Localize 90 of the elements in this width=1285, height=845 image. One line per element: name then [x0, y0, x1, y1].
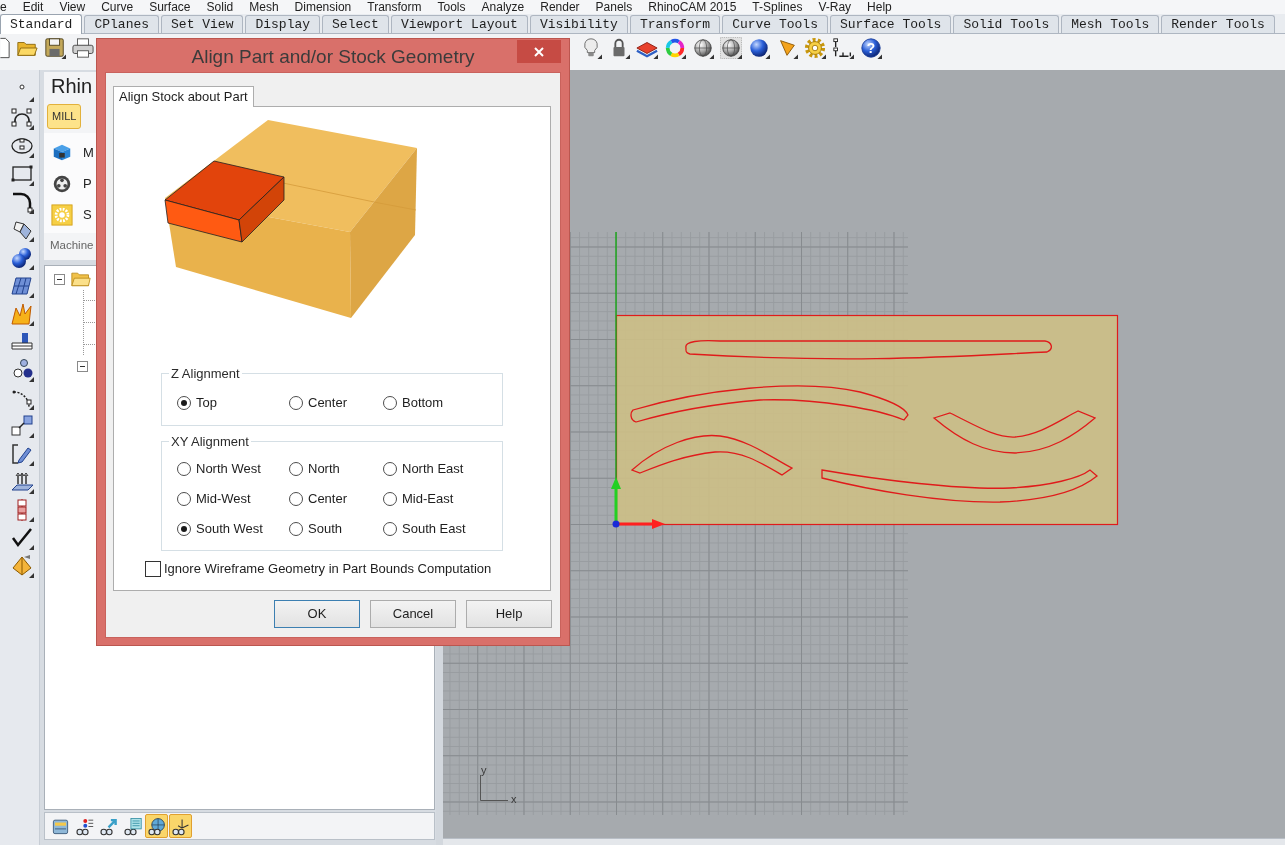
radio-option[interactable]: South [289, 521, 342, 537]
radio-option[interactable]: Top [177, 395, 217, 411]
menu-item[interactable]: View [59, 0, 86, 14]
document-icon[interactable] [0, 37, 10, 59]
menu-item[interactable]: e [0, 0, 7, 14]
pencil-icon[interactable] [10, 442, 34, 466]
radio-option[interactable]: Mid-West [177, 491, 251, 507]
glasses-list-icon [75, 816, 94, 836]
menu-item[interactable]: Edit [22, 0, 44, 14]
dialog-button[interactable]: Cancel [370, 600, 456, 628]
close-icon [534, 46, 544, 57]
radio-option[interactable]: Center [289, 395, 348, 411]
glasses-arrow-icon [99, 816, 118, 836]
color-wheel-icon[interactable] [664, 37, 686, 59]
scale-icon[interactable] [10, 414, 34, 438]
dialog-title: Align Part and/or Stock Geometry [191, 44, 475, 69]
sphere-icon[interactable] [720, 37, 742, 59]
toolbar-tab[interactable]: Mesh Tools [1061, 15, 1160, 33]
menu-item[interactable]: Surface [149, 0, 191, 14]
toolbar-tab[interactable]: Display [245, 15, 321, 33]
axis-indicator-icon [480, 774, 509, 801]
toolbar-tab[interactable]: Select [322, 15, 389, 33]
dots-icon[interactable] [10, 358, 34, 382]
menu-item[interactable]: V-Ray [818, 0, 852, 14]
toolbar-tab[interactable]: Set View [161, 15, 244, 33]
printer-icon[interactable] [72, 37, 94, 59]
toolbar-tab[interactable]: Viewport Layout [390, 15, 528, 33]
toolbar-tab[interactable]: Standard [0, 14, 83, 34]
menu-item[interactable]: Help [867, 0, 892, 14]
menu-item[interactable]: Curve [101, 0, 134, 14]
gear-icon[interactable] [804, 37, 826, 59]
dialog-button[interactable]: Help [466, 600, 552, 628]
check-icon[interactable] [10, 526, 34, 550]
glasses-globe-icon [147, 816, 166, 836]
menu-item[interactable]: T-Splines [752, 0, 803, 14]
sphere-icon[interactable] [692, 37, 714, 59]
toolbar-tab[interactable]: Transform [629, 15, 721, 33]
glasses-sheet-icon [123, 816, 142, 836]
radio-option[interactable]: North West [177, 461, 261, 477]
axes-icon [611, 477, 665, 529]
sphere-icon[interactable] [748, 37, 770, 59]
group-label: XY Alignment [170, 434, 250, 449]
dimension-icon[interactable] [832, 37, 854, 59]
dialog-button[interactable]: OK [274, 600, 360, 628]
radio-option[interactable]: Bottom [383, 395, 444, 411]
mesh-icon[interactable] [10, 274, 34, 298]
menu-item[interactable]: Analyze [481, 0, 525, 14]
glasses-axes-icon [171, 816, 190, 836]
fillet-icon[interactable] [10, 190, 34, 214]
menu-item[interactable]: Solid [206, 0, 234, 14]
radio-option[interactable]: North [289, 461, 340, 477]
arrows-on-plate-icon[interactable] [10, 470, 34, 494]
menu-item[interactable]: Transform [367, 0, 422, 14]
panel-item[interactable]: M [44, 137, 94, 168]
collapse-icon[interactable] [54, 273, 65, 285]
help-icon[interactable]: ? [860, 37, 882, 59]
panel-tool-button[interactable] [145, 814, 168, 838]
gear-icon [51, 203, 73, 226]
panel-item[interactable]: S [44, 199, 92, 230]
surface-icon[interactable] [10, 218, 34, 242]
spheres-icon[interactable] [10, 246, 34, 270]
toolbar-tab[interactable]: Visibility [529, 15, 628, 33]
crown-icon[interactable] [10, 302, 34, 326]
panel-item[interactable]: P [44, 168, 92, 199]
section-label: Machine [49, 238, 94, 253]
axis-label: y [481, 764, 487, 776]
close-button[interactable] [517, 40, 561, 63]
collapse-icon[interactable] [77, 360, 88, 372]
menu-item[interactable]: Tools [437, 0, 466, 14]
radio-option[interactable]: South West [177, 521, 263, 537]
dialog-tab[interactable]: Align Stock about Part [113, 86, 254, 107]
menu-item[interactable]: Mesh [249, 0, 279, 14]
menu-item[interactable]: Dimension [294, 0, 352, 14]
menu-item[interactable]: Render [540, 0, 580, 14]
toolbar-tab[interactable]: Solid Tools [953, 15, 1060, 33]
checkbox[interactable] [145, 561, 161, 577]
panel-tool-button[interactable] [169, 814, 192, 838]
toolbar-tab[interactable]: Curve Tools [722, 15, 828, 33]
pyramid-icon[interactable] [10, 554, 34, 578]
radio-option[interactable]: Center [289, 491, 348, 507]
panel-title: Rhin [50, 74, 93, 99]
axis-label: x [511, 793, 517, 805]
curve-icon[interactable] [10, 106, 34, 130]
mill-tab[interactable]: MILL [47, 104, 82, 129]
menu-item[interactable]: RhinoCAM 2015 [648, 0, 737, 14]
toolbar-tab[interactable]: Render Tools [1161, 15, 1275, 33]
toolbar-tab[interactable]: CPlanes [84, 15, 160, 33]
toolbar-tab[interactable]: Surface Tools [829, 15, 952, 33]
group-label: Z Alignment [170, 366, 241, 381]
menu-item[interactable]: Panels [595, 0, 633, 14]
